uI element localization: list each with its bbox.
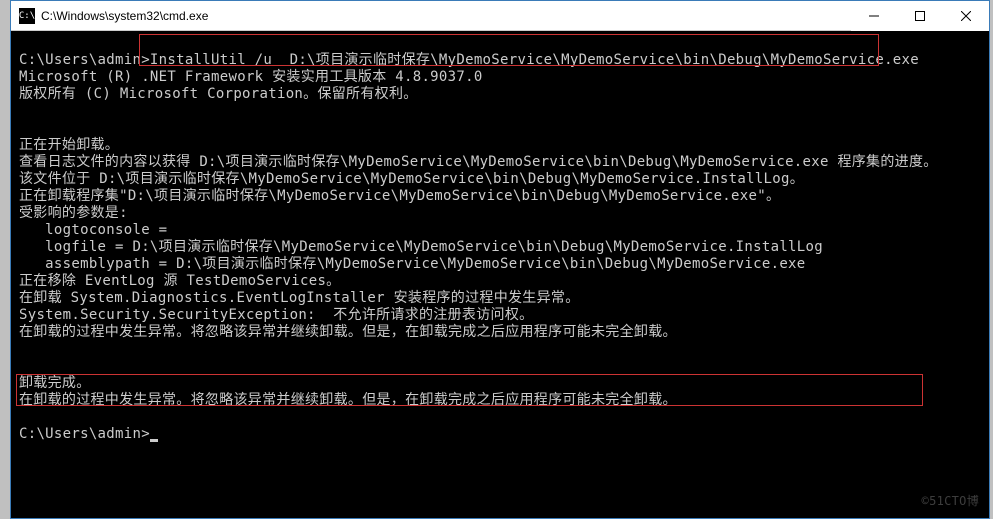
minimize-button[interactable] [851,1,897,31]
terminal-line [19,358,981,375]
terminal-line: Microsoft (R) .NET Framework 安装实用工具版本 4.… [19,69,981,86]
cmd-icon: C:\ [19,8,35,24]
terminal-output[interactable]: C:\Users\admin>InstallUtil /u D:\项目演示临时保… [11,31,989,518]
terminal-line: 版权所有 (C) Microsoft Corporation。保留所有权利。 [19,86,981,103]
terminal-line: 查看日志文件的内容以获得 D:\项目演示临时保存\MyDemoService\M… [19,154,981,171]
terminal-line: 在卸载的过程中发生异常。将忽略该异常并继续卸载。但是，在卸载完成之后应用程序可能… [19,392,981,409]
window-title: C:\Windows\system32\cmd.exe [41,9,851,23]
terminal-line: 受影响的参数是: [19,205,981,222]
terminal-line [19,103,981,120]
terminal-line: 正在移除 EventLog 源 TestDemoServices。 [19,273,981,290]
terminal-line: 在卸载 System.Diagnostics.EventLogInstaller… [19,290,981,307]
watermark: ©51CTO博 [922,493,979,510]
cursor [150,439,158,442]
terminal-line: assemblypath = D:\项目演示临时保存\MyDemoService… [19,256,981,273]
terminal-line [19,120,981,137]
terminal-line [19,409,981,426]
terminal-line [19,35,981,52]
terminal-line: 正在开始卸载。 [19,137,981,154]
window-controls [851,1,989,30]
terminal-line: 该文件位于 D:\项目演示临时保存\MyDemoService\MyDemoSe… [19,171,981,188]
terminal-line: 卸载完成。 [19,375,981,392]
maximize-button[interactable] [897,1,943,31]
titlebar: C:\ C:\Windows\system32\cmd.exe [11,1,989,31]
cmd-window: C:\ C:\Windows\system32\cmd.exe C:\Users… [10,0,990,519]
terminal-line [19,341,981,358]
terminal-line: System.Security.SecurityException: 不允许所请… [19,307,981,324]
terminal-line: C:\Users\admin>InstallUtil /u D:\项目演示临时保… [19,52,981,69]
terminal-line: 正在卸载程序集"D:\项目演示临时保存\MyDemoService\MyDemo… [19,188,981,205]
terminal-line: logfile = D:\项目演示临时保存\MyDemoService\MyDe… [19,239,981,256]
close-button[interactable] [943,1,989,31]
terminal-line: 在卸载的过程中发生异常。将忽略该异常并继续卸载。但是，在卸载完成之后应用程序可能… [19,324,981,341]
terminal-line: C:\Users\admin> [19,426,981,443]
terminal-line: logtoconsole = [19,222,981,239]
